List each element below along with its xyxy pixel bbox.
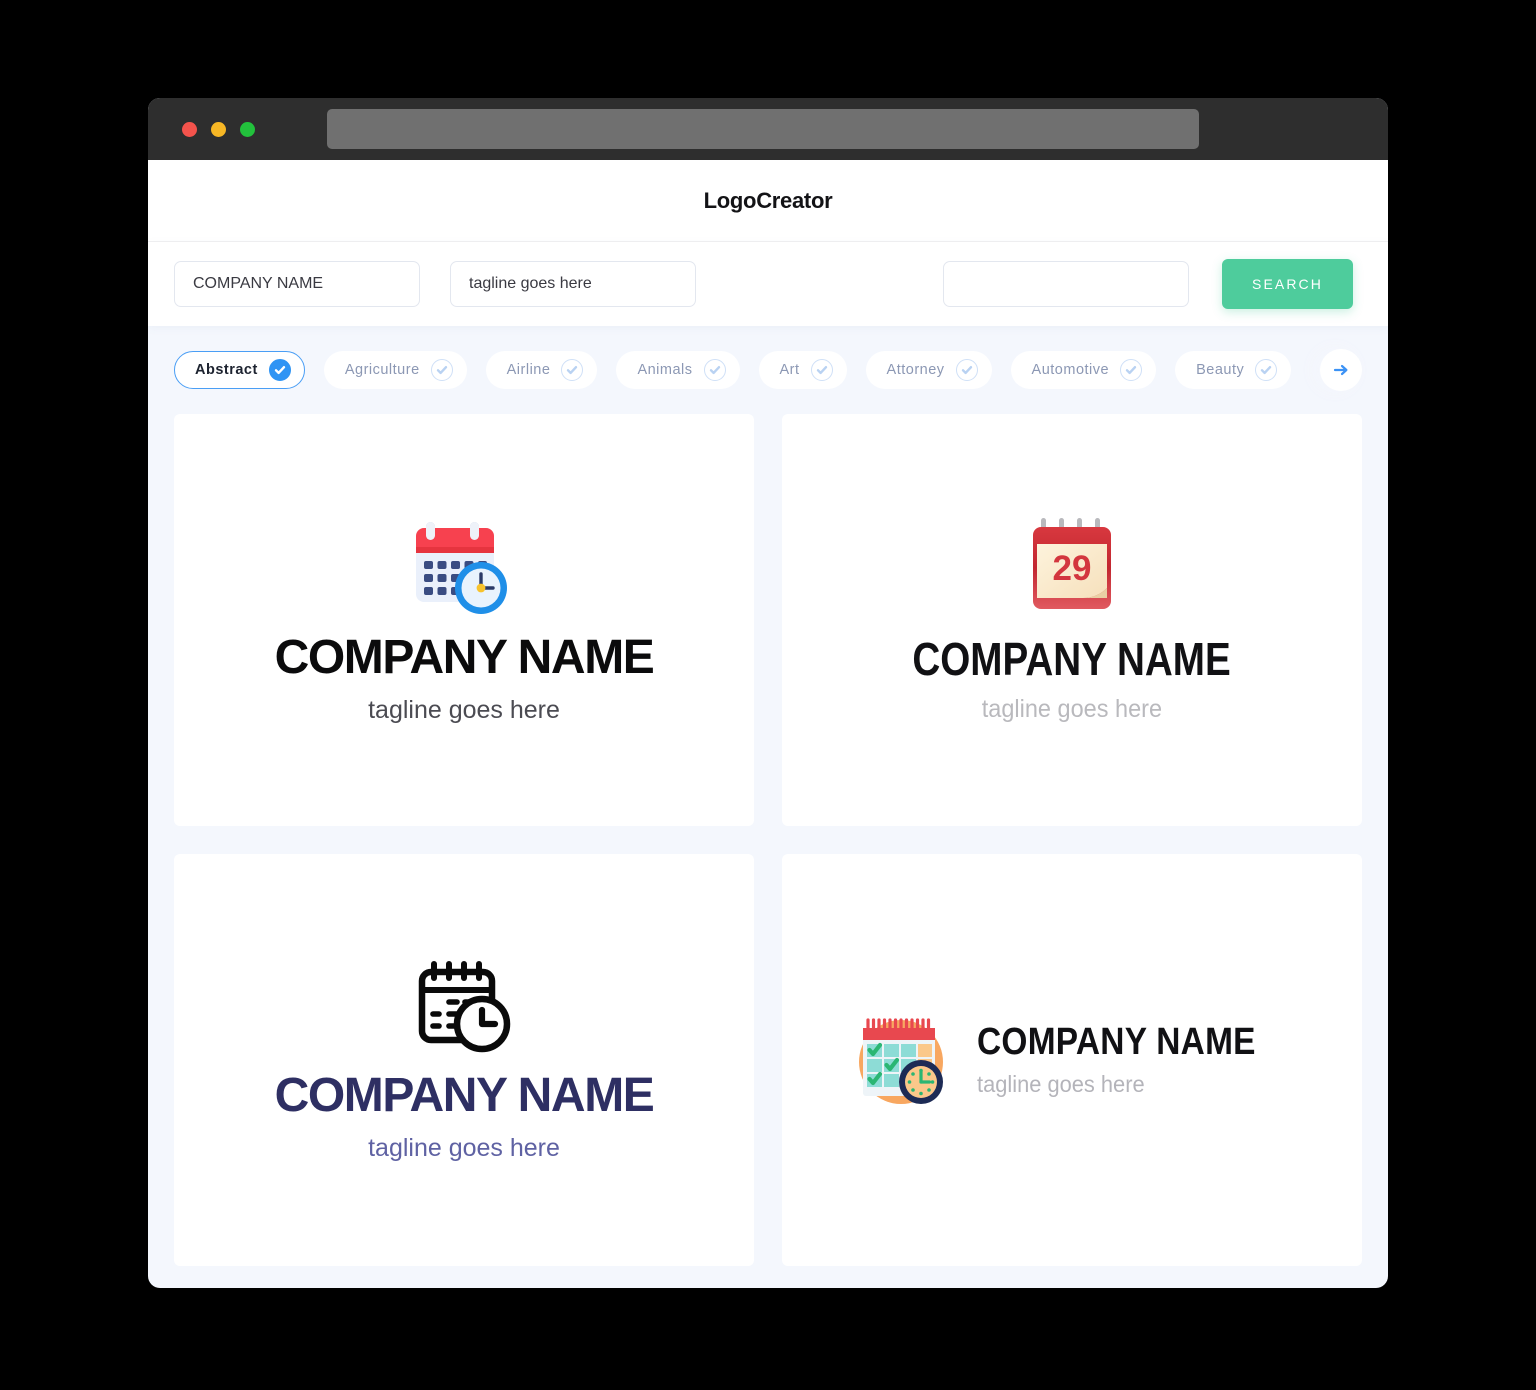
logo-company-name: COMPANY NAME <box>976 1020 1256 1063</box>
check-icon <box>1120 359 1143 381</box>
maximize-window-button[interactable] <box>240 121 255 137</box>
category-chip-animals[interactable]: Animals <box>616 351 740 389</box>
logo-card[interactable]: COMPANY NAME tagline goes here <box>782 854 1362 1266</box>
logo-tagline: tagline goes here <box>981 695 1163 723</box>
category-chip-label: Agriculture <box>344 362 420 378</box>
window-controls <box>182 121 255 137</box>
app-header: LogoCreator <box>148 160 1388 242</box>
logo-tagline: tagline goes here <box>976 1070 1145 1097</box>
category-chip-art[interactable]: Art <box>758 351 847 389</box>
category-chip-label: Beauty <box>1196 362 1245 378</box>
category-chip-attorney[interactable]: Attorney <box>865 351 992 389</box>
logo-preview: 29 COMPANY NAME tagline goes here <box>882 516 1261 724</box>
logo-card[interactable]: 29 COMPANY NAME tagline goes here <box>782 414 1362 826</box>
logo-preview: COMPANY NAME tagline goes here <box>274 958 655 1163</box>
logo-card[interactable]: COMPANY NAME tagline goes here <box>174 414 754 826</box>
company-name-input[interactable] <box>174 261 420 307</box>
category-chip-label: Art <box>779 362 800 378</box>
calendar-day-number: 29 <box>1053 549 1092 588</box>
logo-tagline: tagline goes here <box>368 1133 560 1162</box>
page-title: LogoCreator <box>703 187 833 213</box>
calendar-clock-flat-icon <box>416 521 507 614</box>
close-window-button[interactable] <box>182 121 197 137</box>
check-icon <box>268 359 291 381</box>
search-button[interactable]: SEARCH <box>1222 259 1353 309</box>
calendar-29-red-icon: 29 <box>1032 518 1111 609</box>
check-icon <box>810 359 833 381</box>
category-chip-label: Abstract <box>195 362 258 378</box>
category-chip-abstract[interactable]: Abstract <box>174 351 305 389</box>
logo-preview: COMPANY NAME tagline goes here <box>274 516 655 725</box>
minimize-window-button[interactable] <box>211 121 226 137</box>
check-icon <box>561 359 584 381</box>
category-chip-automotive[interactable]: Automotive <box>1010 351 1157 389</box>
category-chip-airline[interactable]: Airline <box>485 351 598 389</box>
category-chip-label: Airline <box>506 362 551 378</box>
logo-card[interactable]: COMPANY NAME tagline goes here <box>174 854 754 1266</box>
browser-window: LogoCreator SEARCH Abstract Agriculture … <box>148 98 1388 1288</box>
browser-title-bar <box>148 98 1388 160</box>
tagline-input[interactable] <box>450 261 696 307</box>
check-icon <box>1255 359 1278 381</box>
categories-next-button[interactable] <box>1320 349 1362 391</box>
logo-results-grid: COMPANY NAME tagline goes here 29 COMPAN… <box>148 414 1388 1266</box>
logo-text-block: COMPANY NAME tagline goes here <box>977 1023 1294 1098</box>
check-icon <box>703 359 726 381</box>
logo-tagline: tagline goes here <box>368 695 560 724</box>
keyword-input[interactable] <box>943 261 1189 307</box>
logo-company-name: COMPANY NAME <box>274 1068 655 1122</box>
check-icon <box>955 359 978 381</box>
check-icon <box>430 359 453 381</box>
logo-preview: COMPANY NAME tagline goes here <box>851 1010 1294 1110</box>
search-bar: SEARCH <box>148 242 1388 326</box>
address-bar[interactable] <box>327 109 1199 149</box>
category-chip-label: Animals <box>637 362 693 378</box>
logo-company-name: COMPANY NAME <box>274 630 655 684</box>
calendar-clock-outline-icon <box>418 960 511 1052</box>
category-chip-label: Attorney <box>886 362 945 378</box>
category-chip-label: Automotive <box>1031 362 1110 378</box>
calendar-check-clock-circle-icon <box>858 1018 943 1104</box>
logo-company-name: COMPANY NAME <box>912 633 1232 685</box>
category-filter-row: Abstract Agriculture Airline Animals Art <box>148 326 1388 414</box>
category-chip-agriculture[interactable]: Agriculture <box>323 351 467 389</box>
category-chip-beauty[interactable]: Beauty <box>1175 351 1292 389</box>
